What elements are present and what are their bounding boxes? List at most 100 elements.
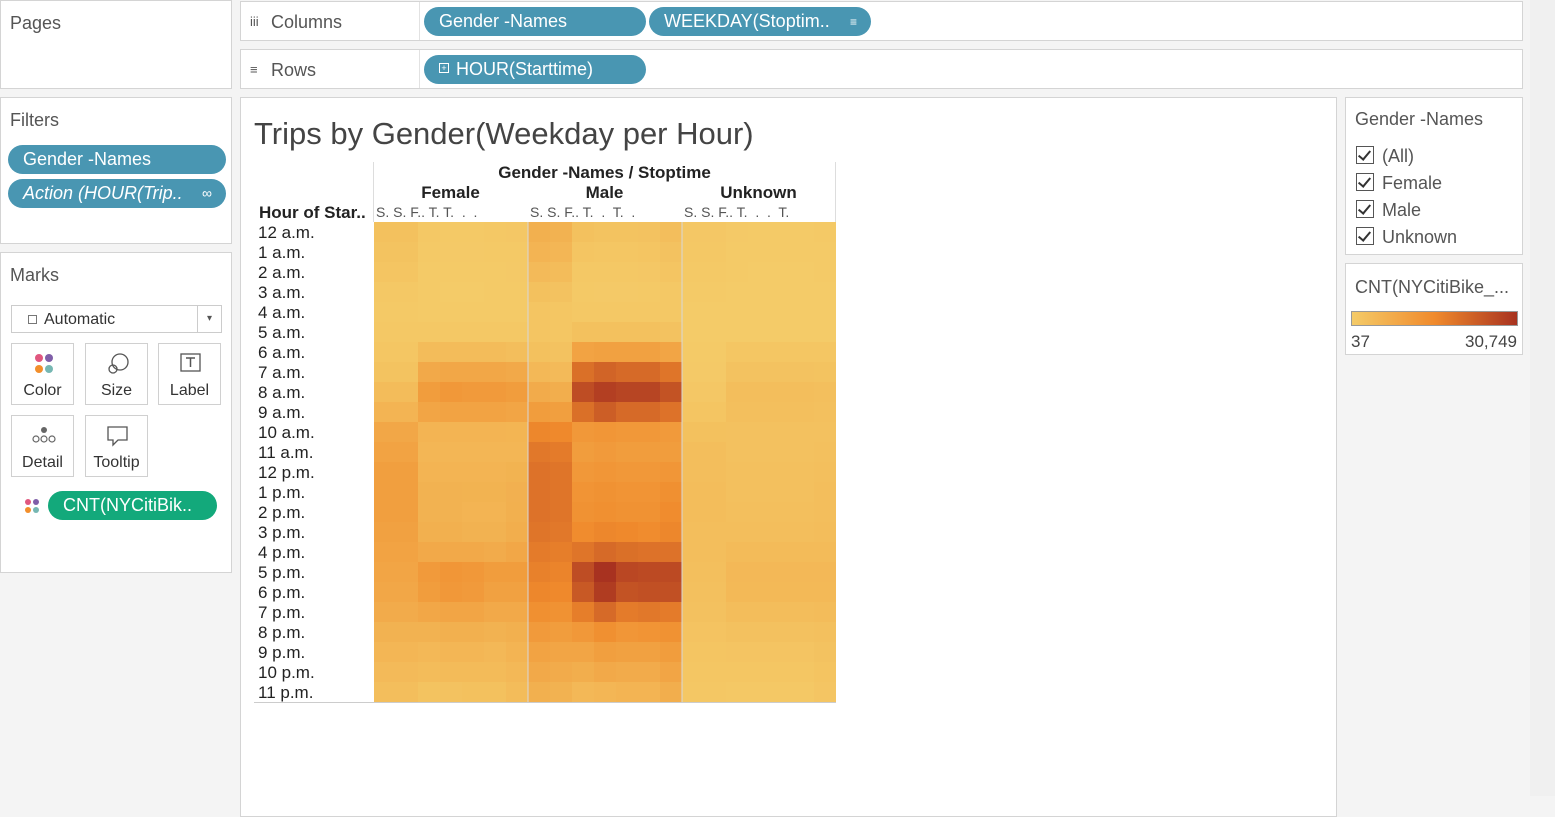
- heatmap-cell-unknown-18-5[interactable]: [792, 582, 814, 602]
- heatmap-cell-unknown-16-4[interactable]: [770, 542, 792, 562]
- heatmap-cell-unknown-4-6[interactable]: [814, 302, 836, 322]
- checkbox-male[interactable]: Male: [1356, 200, 1421, 224]
- checkbox-icon[interactable]: [1356, 146, 1374, 164]
- label-button[interactable]: Label: [158, 343, 221, 405]
- heatmap-cell-female-13-3[interactable]: [440, 482, 462, 502]
- heatmap-cell-male-10-0[interactable]: [528, 422, 550, 442]
- heatmap-cell-male-16-6[interactable]: [660, 542, 682, 562]
- heatmap-cell-unknown-23-0[interactable]: [682, 682, 704, 702]
- heatmap-cell-male-3-3[interactable]: [594, 282, 616, 302]
- heatmap-cell-male-0-3[interactable]: [594, 222, 616, 242]
- heatmap-cell-female-10-3[interactable]: [440, 422, 462, 442]
- heatmap-cell-female-0-0[interactable]: [374, 222, 396, 242]
- heatmap-cell-male-5-3[interactable]: [594, 322, 616, 342]
- heatmap-cell-unknown-1-2[interactable]: [726, 242, 748, 262]
- heatmap-cell-male-2-3[interactable]: [594, 262, 616, 282]
- heatmap-cell-unknown-12-3[interactable]: [748, 462, 770, 482]
- heatmap-cell-male-20-1[interactable]: [550, 622, 572, 642]
- heatmap-cell-male-8-6[interactable]: [660, 382, 682, 402]
- heatmap-cell-male-0-6[interactable]: [660, 222, 682, 242]
- heatmap-cell-female-10-6[interactable]: [506, 422, 528, 442]
- heatmap-cell-female-21-6[interactable]: [506, 642, 528, 662]
- heatmap-cell-male-9-0[interactable]: [528, 402, 550, 422]
- heatmap-cell-male-17-6[interactable]: [660, 562, 682, 582]
- heatmap-cell-male-23-3[interactable]: [594, 682, 616, 702]
- heatmap-cell-male-22-1[interactable]: [550, 662, 572, 682]
- heatmap-cell-male-23-0[interactable]: [528, 682, 550, 702]
- heatmap-cell-male-3-5[interactable]: [638, 282, 660, 302]
- heatmap-cell-male-15-4[interactable]: [616, 522, 638, 542]
- heatmap-cell-female-1-3[interactable]: [440, 242, 462, 262]
- heatmap-cell-unknown-4-2[interactable]: [726, 302, 748, 322]
- heatmap-cell-unknown-10-3[interactable]: [748, 422, 770, 442]
- heatmap-cell-unknown-23-2[interactable]: [726, 682, 748, 702]
- heatmap-cell-unknown-22-6[interactable]: [814, 662, 836, 682]
- heatmap-cell-male-10-6[interactable]: [660, 422, 682, 442]
- heatmap-cell-male-23-6[interactable]: [660, 682, 682, 702]
- heatmap-cell-unknown-20-2[interactable]: [726, 622, 748, 642]
- heatmap-cell-female-22-2[interactable]: [418, 662, 440, 682]
- heatmap-cell-female-14-2[interactable]: [418, 502, 440, 522]
- heatmap-cell-male-6-2[interactable]: [572, 342, 594, 362]
- heatmap-cell-female-3-4[interactable]: [462, 282, 484, 302]
- heatmap-cell-unknown-14-3[interactable]: [748, 502, 770, 522]
- heatmap-cell-male-19-1[interactable]: [550, 602, 572, 622]
- heatmap-cell-female-22-4[interactable]: [462, 662, 484, 682]
- heatmap-cell-female-6-2[interactable]: [418, 342, 440, 362]
- heatmap-cell-female-3-3[interactable]: [440, 282, 462, 302]
- heatmap-cell-female-12-3[interactable]: [440, 462, 462, 482]
- heatmap-cell-male-7-3[interactable]: [594, 362, 616, 382]
- heatmap-cell-unknown-20-5[interactable]: [792, 622, 814, 642]
- heatmap-cell-unknown-9-0[interactable]: [682, 402, 704, 422]
- heatmap-cell-unknown-23-5[interactable]: [792, 682, 814, 702]
- heatmap-cell-female-21-2[interactable]: [418, 642, 440, 662]
- heatmap-cell-male-14-4[interactable]: [616, 502, 638, 522]
- heatmap-cell-male-9-1[interactable]: [550, 402, 572, 422]
- heatmap-cell-female-7-1[interactable]: [396, 362, 418, 382]
- heatmap-cell-male-14-6[interactable]: [660, 502, 682, 522]
- heatmap-cell-male-16-2[interactable]: [572, 542, 594, 562]
- heatmap-cell-male-3-1[interactable]: [550, 282, 572, 302]
- heatmap-cell-unknown-0-3[interactable]: [748, 222, 770, 242]
- heatmap-cell-unknown-12-6[interactable]: [814, 462, 836, 482]
- heatmap-cell-unknown-3-3[interactable]: [748, 282, 770, 302]
- heatmap-cell-male-1-3[interactable]: [594, 242, 616, 262]
- heatmap-cell-female-20-5[interactable]: [484, 622, 506, 642]
- heatmap-cell-unknown-8-5[interactable]: [792, 382, 814, 402]
- filter-pill-gender[interactable]: Gender -Names: [8, 145, 226, 174]
- heatmap-cell-unknown-17-4[interactable]: [770, 562, 792, 582]
- heatmap-cell-unknown-11-1[interactable]: [704, 442, 726, 462]
- heatmap-cell-male-6-6[interactable]: [660, 342, 682, 362]
- heatmap-cell-female-1-6[interactable]: [506, 242, 528, 262]
- heatmap-cell-unknown-0-4[interactable]: [770, 222, 792, 242]
- heatmap-cell-male-23-2[interactable]: [572, 682, 594, 702]
- heatmap-cell-male-15-0[interactable]: [528, 522, 550, 542]
- heatmap-cell-unknown-8-3[interactable]: [748, 382, 770, 402]
- heatmap-cell-male-7-6[interactable]: [660, 362, 682, 382]
- heatmap-cell-female-14-0[interactable]: [374, 502, 396, 522]
- heatmap-cell-unknown-18-2[interactable]: [726, 582, 748, 602]
- heatmap-cell-female-17-4[interactable]: [462, 562, 484, 582]
- heatmap-cell-female-4-6[interactable]: [506, 302, 528, 322]
- heatmap-cell-unknown-20-1[interactable]: [704, 622, 726, 642]
- heatmap-cell-male-9-3[interactable]: [594, 402, 616, 422]
- heatmap-cell-male-9-5[interactable]: [638, 402, 660, 422]
- heatmap-cell-unknown-19-0[interactable]: [682, 602, 704, 622]
- heatmap-cell-female-6-6[interactable]: [506, 342, 528, 362]
- heatmap-cell-male-15-5[interactable]: [638, 522, 660, 542]
- heatmap-cell-unknown-8-0[interactable]: [682, 382, 704, 402]
- heatmap-cell-female-16-5[interactable]: [484, 542, 506, 562]
- heatmap-cell-female-9-0[interactable]: [374, 402, 396, 422]
- heatmap-cell-male-23-1[interactable]: [550, 682, 572, 702]
- heatmap-cell-male-15-1[interactable]: [550, 522, 572, 542]
- heatmap-cell-female-8-3[interactable]: [440, 382, 462, 402]
- expand-icon[interactable]: +: [439, 63, 449, 73]
- heatmap-cell-unknown-19-6[interactable]: [814, 602, 836, 622]
- heatmap-cell-female-23-1[interactable]: [396, 682, 418, 702]
- heatmap-cell-unknown-19-2[interactable]: [726, 602, 748, 622]
- heatmap-cell-female-19-4[interactable]: [462, 602, 484, 622]
- heatmap-cell-unknown-0-2[interactable]: [726, 222, 748, 242]
- heatmap-cell-female-0-4[interactable]: [462, 222, 484, 242]
- heatmap-cell-female-15-0[interactable]: [374, 522, 396, 542]
- heatmap-cell-male-13-3[interactable]: [594, 482, 616, 502]
